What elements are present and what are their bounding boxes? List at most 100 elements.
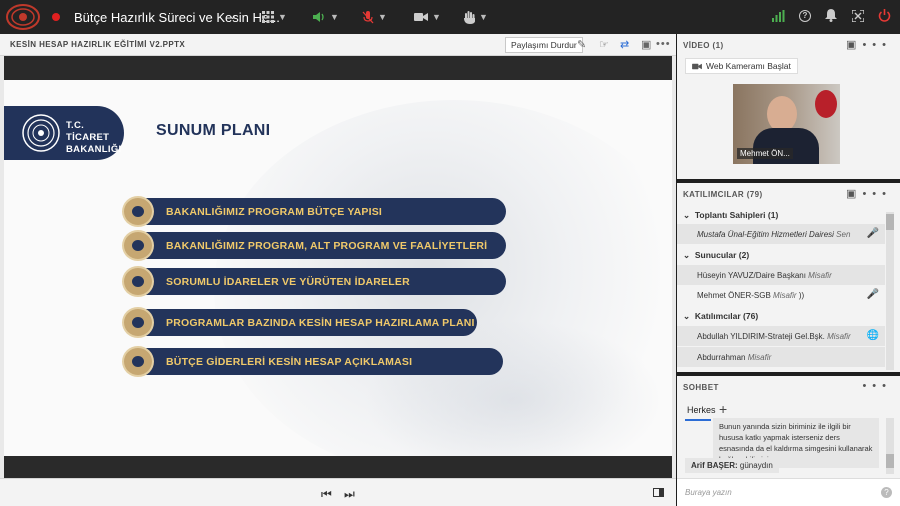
participant-name-line: Mehmet ÖNER-SGB Misafir ))	[697, 291, 804, 300]
agenda-bullet	[122, 196, 154, 227]
previous-slide-icon[interactable]: ⏮	[321, 487, 332, 502]
chat-scrollbar[interactable]	[886, 418, 894, 474]
pod-controls[interactable]: ▣•••	[846, 187, 892, 200]
more-options-icon[interactable]: •••	[862, 380, 892, 392]
microphone-muted-icon: 🎤	[866, 228, 879, 239]
person-head	[767, 96, 797, 132]
hosts-section-label: Toplantı Sahipleri (1)	[694, 210, 779, 220]
agenda-bullet	[122, 230, 154, 261]
chevron-down-icon: ⌄	[683, 311, 691, 321]
fullscreen-icon[interactable]: ▣	[846, 188, 862, 200]
agenda-item-text: BAKANLIĞIMIZ PROGRAM, ALT PROGRAM VE FAA…	[166, 240, 488, 252]
participant-name-line: Hüseyin YAVUZ/Daire Başkanı Misafir	[697, 271, 832, 280]
chevron-down-icon: ▼	[479, 12, 488, 22]
pod-controls[interactable]: ▣•••	[846, 38, 892, 51]
camera-menu-button[interactable]: ▼	[414, 8, 441, 26]
hosts-section-header[interactable]: ⌄ Toplantı Sahipleri (1)	[683, 210, 778, 221]
participant-role: Misafir	[747, 353, 772, 362]
globe-background-shadow	[364, 320, 664, 456]
chevron-down-icon: ▼	[378, 12, 387, 22]
chevron-down-icon: ▼	[432, 12, 441, 22]
microphone-menu-button[interactable]: ▼	[362, 8, 387, 26]
participant-name: Hüseyin YAVUZ/Daire Başkanı	[697, 271, 806, 280]
help-icon[interactable]: ?	[881, 487, 892, 498]
sync-icon[interactable]: ⇄	[620, 38, 629, 51]
participant-name: Mustafa Ünal-Eğitim Hizmetleri Dairesi	[697, 230, 834, 239]
chat-text: günaydın	[739, 461, 773, 470]
raise-hand-button[interactable]: ▼	[463, 8, 488, 26]
more-options-icon[interactable]: •••	[656, 38, 671, 50]
signal-bars-icon[interactable]	[772, 10, 785, 22]
more-options-icon[interactable]: •••	[862, 188, 892, 200]
chat-pod-title: SOHBET	[683, 383, 719, 392]
next-slide-icon[interactable]: ⏭	[344, 487, 355, 502]
scrollbar-thumb[interactable]	[886, 454, 894, 468]
participant-video[interactable]: Mehmet ÖN...	[733, 84, 840, 164]
more-options-icon[interactable]: •••	[862, 39, 892, 51]
fullscreen-icon[interactable]: ▣	[846, 39, 862, 51]
raise-hand-icon	[464, 10, 475, 24]
presenters-section-header[interactable]: ⌄ Sunucular (2)	[683, 250, 749, 261]
participant-name-line: Abdurrahman Misafir	[697, 353, 771, 362]
ministry-name-line2: BAKANLIĞI	[66, 144, 122, 155]
chevron-down-icon: ▼	[278, 12, 287, 22]
microphone-icon: 🎤	[866, 289, 879, 300]
sidebar-toggle-icon[interactable]	[653, 488, 664, 497]
slide-title: SUNUM PLANI	[156, 122, 271, 139]
participant-role: Misafir	[808, 271, 832, 280]
ministry-name-line1: T.C. TİCARET	[66, 120, 110, 143]
participant-role: Misafir	[827, 332, 851, 341]
attendees-section-label: Katılımcılar (76)	[694, 311, 759, 321]
video-name-tag: Mehmet ÖN...	[737, 148, 793, 159]
participants-scrollbar[interactable]	[886, 212, 894, 370]
participants-pod-title: KATILIMCILAR (79)	[683, 190, 763, 199]
add-chat-tab-icon[interactable]: +	[719, 401, 727, 417]
active-tab-indicator	[685, 419, 711, 421]
grid-icon	[262, 11, 274, 23]
ministry-seal-icon	[22, 114, 60, 152]
speaker-icon	[313, 12, 324, 22]
audio-menu-button[interactable]: ▼	[312, 8, 339, 26]
wall-emblem	[815, 90, 837, 118]
participant-role: Sen	[836, 230, 851, 239]
participant-name-line: Mustafa Ünal-Eğitim Hizmetleri Dairesi S…	[697, 230, 850, 239]
participant-row[interactable]: Abdurrahman Misafir	[677, 347, 885, 367]
scrollbar-thumb[interactable]	[886, 214, 894, 230]
chat-input[interactable]: Buraya yazın ?	[677, 478, 900, 506]
video-count: (1)	[712, 41, 724, 50]
start-webcam-button[interactable]: Web Kameramı Başlat	[685, 58, 798, 74]
pencil-icon[interactable]: ✎	[577, 38, 586, 51]
chat-sender: Arif BAŞER:	[691, 461, 738, 470]
start-webcam-label: Web Kameramı Başlat	[706, 61, 791, 71]
pointer-icon[interactable]: ☞	[599, 38, 609, 51]
fullscreen-icon[interactable]: ▣	[641, 38, 651, 51]
participant-row[interactable]: Mustafa Ünal-Eğitim Hizmetleri Dairesi S…	[677, 224, 885, 244]
agenda-item-text: BAKANLIĞIMIZ PROGRAM BÜTÇE YAPISI	[166, 206, 383, 218]
share-pod-header: KESİN HESAP HAZIRLIK EĞİTİMİ V2.PPTX Pay…	[0, 34, 676, 56]
participant-row[interactable]: Abdullah YILDIRIM-Strateji Gel.Bşk. Misa…	[677, 326, 885, 346]
camera-icon	[692, 63, 702, 69]
slide-navigation-bar: ⏮ ⏭	[0, 478, 676, 506]
participants-label: KATILIMCILAR	[683, 190, 745, 199]
participant-row[interactable]: Hüseyin YAVUZ/Daire Başkanı Misafir	[677, 265, 885, 285]
chevron-down-icon: ⌄	[683, 210, 691, 220]
attendees-section-header[interactable]: ⌄ Katılımcılar (76)	[683, 311, 758, 322]
record-dot-icon	[52, 13, 60, 21]
ministry-logo-icon[interactable]	[6, 4, 40, 30]
meeting-title[interactable]: Bütçe Hazırlık Süreci ve Kesin He...	[74, 10, 280, 25]
agenda-bullet	[122, 307, 154, 338]
apps-menu-button[interactable]: ▼	[262, 8, 287, 26]
fullscreen-icon[interactable]	[852, 10, 864, 22]
top-bar: Bütçe Hazırlık Süreci ve Kesin He... ⌄ ▼…	[0, 0, 900, 34]
help-icon[interactable]: ?	[799, 10, 811, 22]
bell-icon[interactable]	[825, 9, 837, 22]
agenda-bullet	[122, 266, 154, 297]
chevron-down-icon[interactable]: ⌄	[228, 9, 237, 22]
participant-row[interactable]: Mehmet ÖNER-SGB Misafir )) 🎤	[677, 285, 885, 305]
stop-sharing-button[interactable]: Paylaşımı Durdur	[505, 37, 583, 53]
chat-tab-everyone[interactable]: Herkes	[687, 405, 716, 415]
document-title: KESİN HESAP HAZIRLIK EĞİTİMİ V2.PPTX	[10, 40, 186, 49]
chevron-down-icon: ▼	[330, 12, 339, 22]
power-icon[interactable]	[878, 9, 891, 22]
agenda-bullet	[122, 346, 154, 377]
